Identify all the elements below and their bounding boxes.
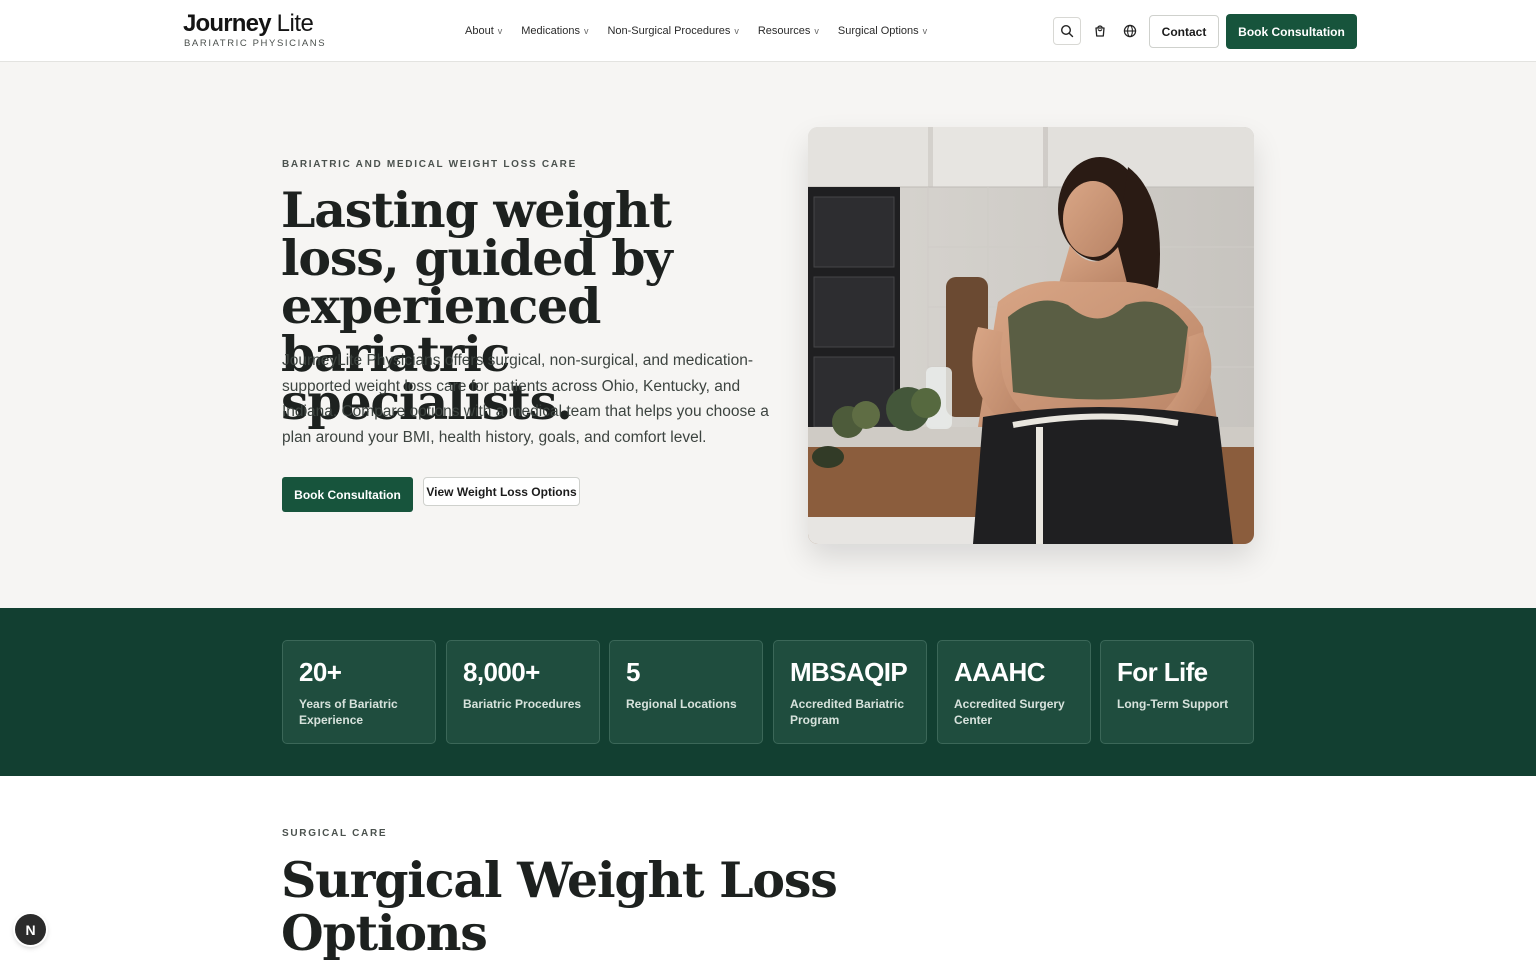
language-button[interactable] bbox=[1116, 17, 1144, 45]
hero-book-consultation-button[interactable]: Book Consultation bbox=[282, 477, 413, 512]
view-weight-loss-options-button[interactable]: View Weight Loss Options bbox=[423, 477, 580, 506]
stat-card: MBSAQIP Accredited Bariatric Program bbox=[773, 640, 927, 744]
chevron-down-icon: v bbox=[497, 26, 503, 36]
stat-label: Accredited Bariatric Program bbox=[790, 697, 905, 727]
stat-label: Bariatric Procedures bbox=[463, 697, 582, 711]
logo-wordmark: Journey Lite bbox=[183, 10, 326, 38]
logo[interactable]: Journey Lite BARIATRIC PHYSICIANS bbox=[183, 10, 326, 49]
chevron-down-icon: v bbox=[814, 26, 819, 36]
floating-n-badge[interactable]: N bbox=[15, 914, 46, 945]
stat-card: 20+ Years of Bariatric Experience bbox=[282, 640, 436, 744]
nav-item-label: About bbox=[465, 25, 494, 37]
stat-value: For Life bbox=[1117, 657, 1208, 687]
stat-card: 8,000+ Bariatric Procedures bbox=[446, 640, 600, 744]
cart-icon bbox=[1095, 25, 1105, 37]
stat-value: 5 bbox=[626, 657, 640, 687]
stat-value: AAAHC bbox=[954, 657, 1045, 687]
stat-label: Accredited Surgery Center bbox=[954, 697, 1065, 727]
hero-description: JourneyLite Physicians offers surgical, … bbox=[282, 352, 769, 447]
stat-label: Years of Bariatric Experience bbox=[299, 697, 398, 727]
hero-photo-illustration bbox=[808, 127, 1254, 544]
book-consultation-button[interactable]: Book Consultation bbox=[1226, 14, 1357, 49]
stat-card: 5 Regional Locations bbox=[609, 640, 763, 744]
hero-photo bbox=[808, 127, 1254, 544]
search-button[interactable] bbox=[1053, 17, 1081, 45]
stat-card: For Life Long-Term Support bbox=[1100, 640, 1254, 744]
nav-item-label: Non-Surgical Procedures bbox=[607, 25, 731, 37]
nav-item-resources[interactable]: Resources v bbox=[758, 23, 819, 39]
globe-icon bbox=[1123, 24, 1137, 38]
stat-card: AAAHC Accredited Surgery Center bbox=[937, 640, 1091, 744]
stats-band: 20+ Years of Bariatric Experience 8,000+… bbox=[0, 608, 1536, 776]
surgical-section: SURGICAL CARE Surgical Weight Loss Optio… bbox=[0, 776, 1536, 960]
search-icon bbox=[1060, 24, 1074, 38]
nav-item-label: Resources bbox=[757, 25, 811, 37]
chevron-down-icon: v bbox=[583, 26, 589, 36]
site-header: Journey Lite BARIATRIC PHYSICIANS About … bbox=[0, 0, 1536, 62]
surgical-eyebrow: SURGICAL CARE bbox=[282, 828, 388, 839]
cart-button[interactable] bbox=[1086, 17, 1114, 45]
chevron-down-icon: v bbox=[734, 26, 739, 36]
nav-item-label: Surgical Options bbox=[837, 25, 919, 37]
nav-item-non-surgical-procedures[interactable]: Non-Surgical Procedures v bbox=[607, 23, 738, 39]
hero-eyebrow: BARIATRIC AND MEDICAL WEIGHT LOSS CARE bbox=[282, 159, 577, 170]
main-nav: About v Medications v Non-Surgical Proce… bbox=[465, 23, 946, 39]
logo-tagline: BARIATRIC PHYSICIANS bbox=[184, 38, 327, 49]
stat-value: 8,000+ bbox=[463, 657, 540, 687]
chevron-down-icon: v bbox=[922, 26, 928, 36]
stat-value: 20+ bbox=[299, 657, 342, 687]
nav-item-label: Medications bbox=[521, 25, 580, 37]
surgical-section-title: Surgical Weight Loss Options bbox=[281, 851, 838, 960]
stat-value: MBSAQIP bbox=[790, 657, 908, 687]
contact-button[interactable]: Contact bbox=[1149, 15, 1219, 48]
stat-label: Long-Term Support bbox=[1117, 697, 1229, 711]
nav-item-surgical-options[interactable]: Surgical Options v bbox=[838, 23, 927, 39]
nav-item-medications[interactable]: Medications v bbox=[521, 23, 588, 39]
logo-wordmark-bold: Journey bbox=[183, 10, 272, 37]
nav-item-about[interactable]: About v bbox=[465, 23, 502, 39]
logo-wordmark-light: Lite bbox=[276, 10, 314, 37]
stat-label: Regional Locations bbox=[626, 697, 737, 711]
